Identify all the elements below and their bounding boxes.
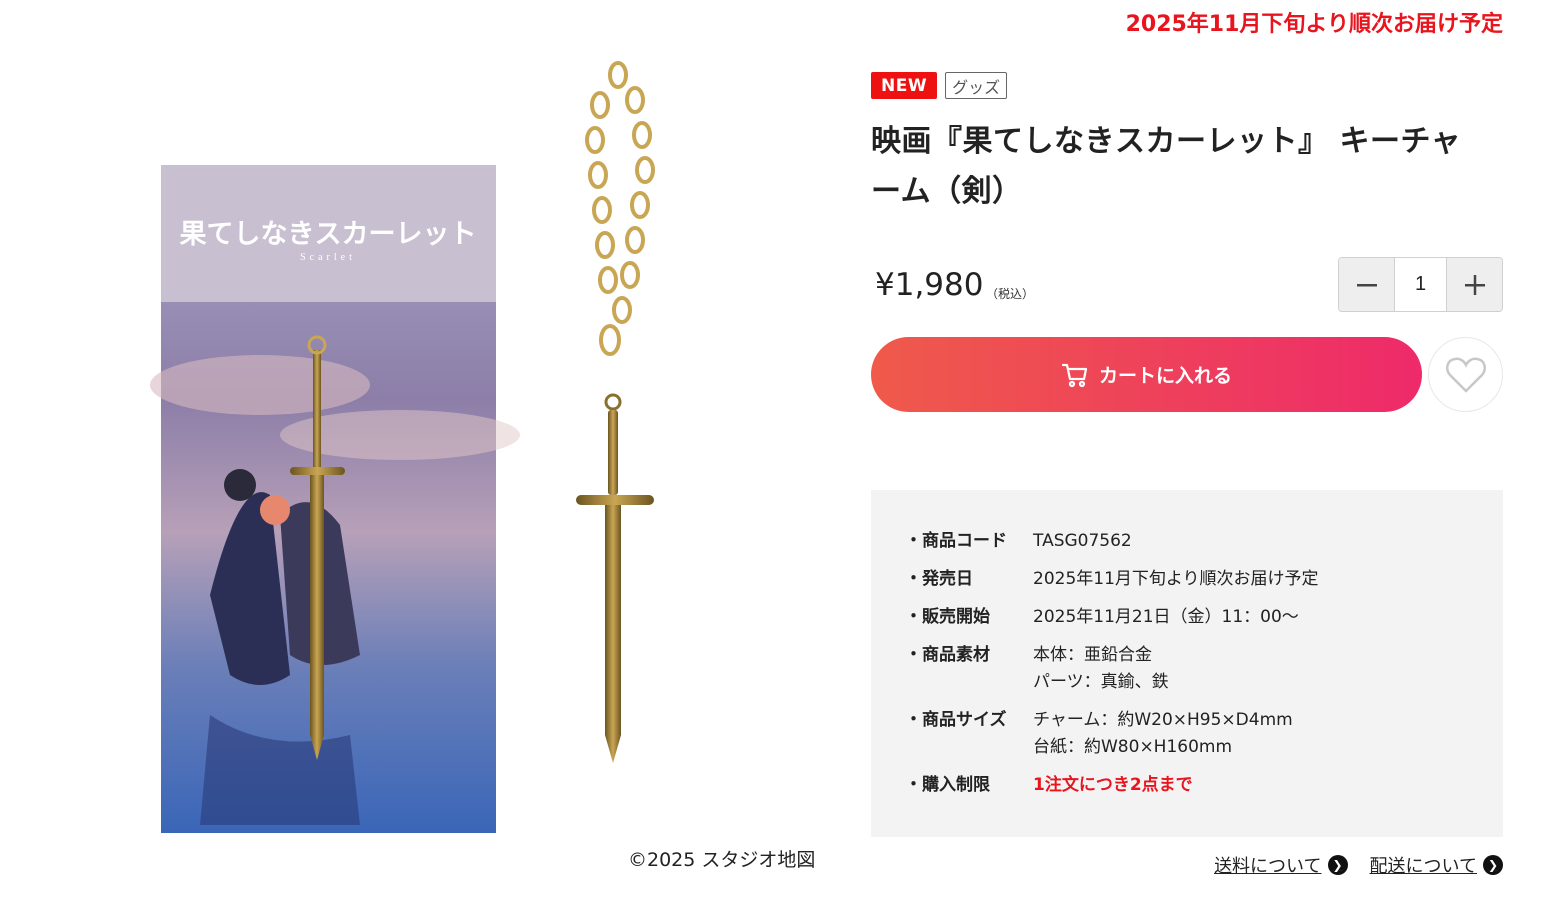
- quantity-stepper: [1338, 257, 1503, 312]
- new-badge: NEW: [871, 72, 938, 99]
- spec-label: 商品素材: [905, 642, 1033, 696]
- spec-value: 2025年11月21日（金）11：00〜: [1033, 607, 1299, 627]
- spec-label: 販売開始: [905, 604, 1033, 631]
- spec-row-size: 商品サイズ チャーム：約W20×H95×D4mm 台紙：約W80×H160mm: [905, 707, 1503, 761]
- spec-label: 商品コード: [905, 528, 1033, 555]
- product-title: 映画『果てしなきスカーレット』 キーチャーム（剣）: [871, 124, 1462, 209]
- tax-note: （税込）: [986, 287, 1035, 301]
- chevron-right-icon: ❯: [1483, 855, 1503, 875]
- quantity-input[interactable]: [1394, 258, 1447, 311]
- favorite-button[interactable]: [1428, 337, 1503, 412]
- chevron-right-icon: ❯: [1327, 855, 1348, 875]
- package-title: 果てしなきスカーレット: [180, 219, 477, 249]
- spec-value-line: パーツ：真鍮、鉄: [1033, 672, 1169, 692]
- spec-value: 1注文につき2点まで: [1033, 775, 1193, 795]
- spec-value-line: 台紙：約W80×H160mm: [1033, 737, 1233, 757]
- add-to-cart-button[interactable]: カートに入れる: [871, 337, 1422, 412]
- spec-row-code: 商品コード TASG07562: [905, 528, 1503, 555]
- shipping-fee-label: 送料について: [1214, 856, 1322, 877]
- spec-value-line: 本体：亜鉛合金: [1033, 645, 1152, 665]
- delivery-notice: 2025年11月下旬より順次お届け予定: [1125, 12, 1503, 37]
- info-links: 送料について ❯ 配送について ❯: [1214, 852, 1503, 878]
- spec-row-purchase-limit: 購入制限 1注文につき2点まで: [905, 772, 1503, 799]
- spec-table: 商品コード TASG07562 発売日 2025年11月下旬より順次お届け予定 …: [871, 490, 1503, 837]
- spec-row-material: 商品素材 本体：亜鉛合金 パーツ：真鍮、鉄: [905, 642, 1503, 696]
- price-row: ¥1,980 （税込）: [871, 257, 1503, 313]
- spec-row-sale-start: 販売開始 2025年11月21日（金）11：00〜: [905, 604, 1503, 631]
- category-badge[interactable]: グッズ: [945, 72, 1008, 99]
- spec-value: チャーム：約W20×H95×D4mm 台紙：約W80×H160mm: [1033, 707, 1293, 761]
- cart-icon: [1061, 363, 1088, 387]
- add-to-cart-label: カートに入れる: [1098, 366, 1232, 387]
- badges: NEW グッズ: [871, 72, 1503, 99]
- spec-row-release: 発売日 2025年11月下旬より順次お届け予定: [905, 566, 1503, 593]
- spec-value: 2025年11月下旬より順次お届け予定: [1033, 569, 1319, 589]
- copyright: ©2025 スタジオ地図: [628, 849, 816, 871]
- heart-icon: [1445, 357, 1486, 393]
- price: ¥1,980: [875, 267, 984, 303]
- delivery-label: 配送について: [1369, 856, 1477, 877]
- product-image[interactable]: 果てしなきスカーレット Scarlet: [140, 55, 700, 845]
- spec-value: TASG07562: [1033, 531, 1132, 551]
- quantity-increase-button[interactable]: [1447, 258, 1502, 311]
- spec-value: 本体：亜鉛合金 パーツ：真鍮、鉄: [1033, 642, 1169, 696]
- spec-label: 購入制限: [905, 772, 1033, 799]
- delivery-link[interactable]: 配送について ❯: [1370, 852, 1503, 878]
- spec-label: 発売日: [905, 566, 1033, 593]
- package-subtitle: Scarlet: [300, 252, 356, 263]
- shipping-fee-link[interactable]: 送料について ❯: [1214, 852, 1348, 878]
- spec-label: 商品サイズ: [905, 707, 1033, 761]
- plus-icon: [1464, 274, 1485, 295]
- quantity-decrease-button[interactable]: [1339, 258, 1394, 311]
- product-info: NEW グッズ 映画『果てしなきスカーレット』 キーチャーム（剣） ¥1,980…: [871, 72, 1503, 837]
- spec-value-line: チャーム：約W20×H95×D4mm: [1033, 710, 1293, 730]
- minus-icon: [1356, 283, 1377, 286]
